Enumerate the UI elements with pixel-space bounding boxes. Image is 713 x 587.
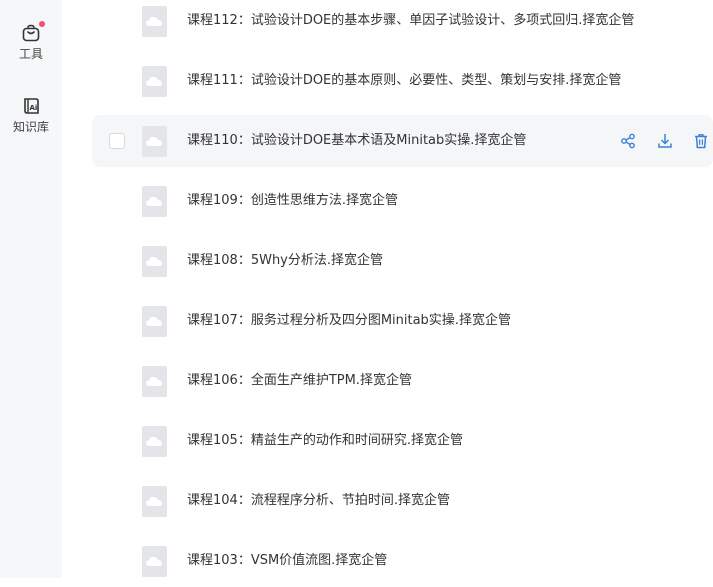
file-name: 课程109：创造性思维方法.择宽企管 bbox=[187, 193, 398, 208]
svg-text:Ai: Ai bbox=[30, 104, 38, 112]
cloud-file-icon bbox=[142, 426, 167, 457]
file-name: 课程111：试验设计DOE的基本原则、必要性、类型、策划与安排.择宽企管 bbox=[187, 73, 622, 88]
download-icon[interactable] bbox=[655, 131, 675, 151]
cloud-file-icon bbox=[142, 6, 167, 37]
file-name: 课程108：5Why分析法.择宽企管 bbox=[187, 253, 384, 268]
cloud-file-icon bbox=[142, 546, 167, 577]
file-name: 课程103：VSM价值流图.择宽企管 bbox=[187, 553, 388, 568]
file-list: 课程112：试验设计DOE的基本步骤、单因子试验设计、多项式回归.择宽企管 课程… bbox=[62, 0, 713, 578]
sidebar-item-label: 工具 bbox=[18, 47, 43, 61]
cloud-file-icon bbox=[142, 126, 167, 157]
list-item[interactable]: 课程105：精益生产的动作和时间研究.择宽企管 bbox=[92, 415, 713, 467]
list-item[interactable]: 课程103：VSM价值流图.择宽企管 bbox=[92, 535, 713, 587]
bag-icon bbox=[20, 21, 45, 44]
trash-icon[interactable] bbox=[691, 131, 711, 151]
list-item[interactable]: 课程107：服务过程分析及四分图Minitab实操.择宽企管 bbox=[92, 295, 713, 347]
cloud-file-icon bbox=[142, 486, 167, 517]
row-checkbox[interactable] bbox=[109, 133, 125, 149]
cloud-file-icon bbox=[142, 246, 167, 277]
list-item[interactable]: 课程110：试验设计DOE基本术语及Minitab实操.择宽企管 bbox=[92, 115, 713, 167]
file-name: 课程105：精益生产的动作和时间研究.择宽企管 bbox=[187, 433, 463, 448]
ai-book-icon: Ai bbox=[20, 95, 42, 117]
notification-dot bbox=[39, 21, 45, 27]
list-item[interactable]: 课程111：试验设计DOE的基本原则、必要性、类型、策划与安排.择宽企管 bbox=[92, 55, 713, 107]
file-name: 课程106：全面生产维护TPM.择宽企管 bbox=[187, 373, 412, 388]
list-item[interactable]: 课程109：创造性思维方法.择宽企管 bbox=[92, 175, 713, 227]
list-item[interactable]: 课程104：流程程序分析、节拍时间.择宽企管 bbox=[92, 475, 713, 527]
cloud-file-icon bbox=[142, 366, 167, 397]
list-item[interactable]: 课程112：试验设计DOE的基本步骤、单因子试验设计、多项式回归.择宽企管 bbox=[92, 0, 713, 47]
file-name: 课程112：试验设计DOE的基本步骤、单因子试验设计、多项式回归.择宽企管 bbox=[187, 13, 635, 28]
sidebar-item-knowledge[interactable]: Ai 知识库 bbox=[0, 95, 62, 134]
file-name: 课程104：流程程序分析、节拍时间.择宽企管 bbox=[187, 493, 450, 508]
file-name: 课程110：试验设计DOE基本术语及Minitab实操.择宽企管 bbox=[187, 133, 527, 148]
sidebar-item-tools[interactable]: 工具 bbox=[0, 21, 62, 61]
list-item[interactable]: 课程106：全面生产维护TPM.择宽企管 bbox=[92, 355, 713, 407]
sidebar-item-label: 知识库 bbox=[12, 120, 49, 134]
sidebar: 工具 Ai 知识库 bbox=[0, 0, 62, 578]
cloud-file-icon bbox=[142, 186, 167, 217]
share-icon[interactable] bbox=[618, 131, 638, 151]
cloud-file-icon bbox=[142, 66, 167, 97]
file-name: 课程107：服务过程分析及四分图Minitab实操.择宽企管 bbox=[187, 313, 511, 328]
list-item[interactable]: 课程108：5Why分析法.择宽企管 bbox=[92, 235, 713, 287]
cloud-file-icon bbox=[142, 306, 167, 337]
